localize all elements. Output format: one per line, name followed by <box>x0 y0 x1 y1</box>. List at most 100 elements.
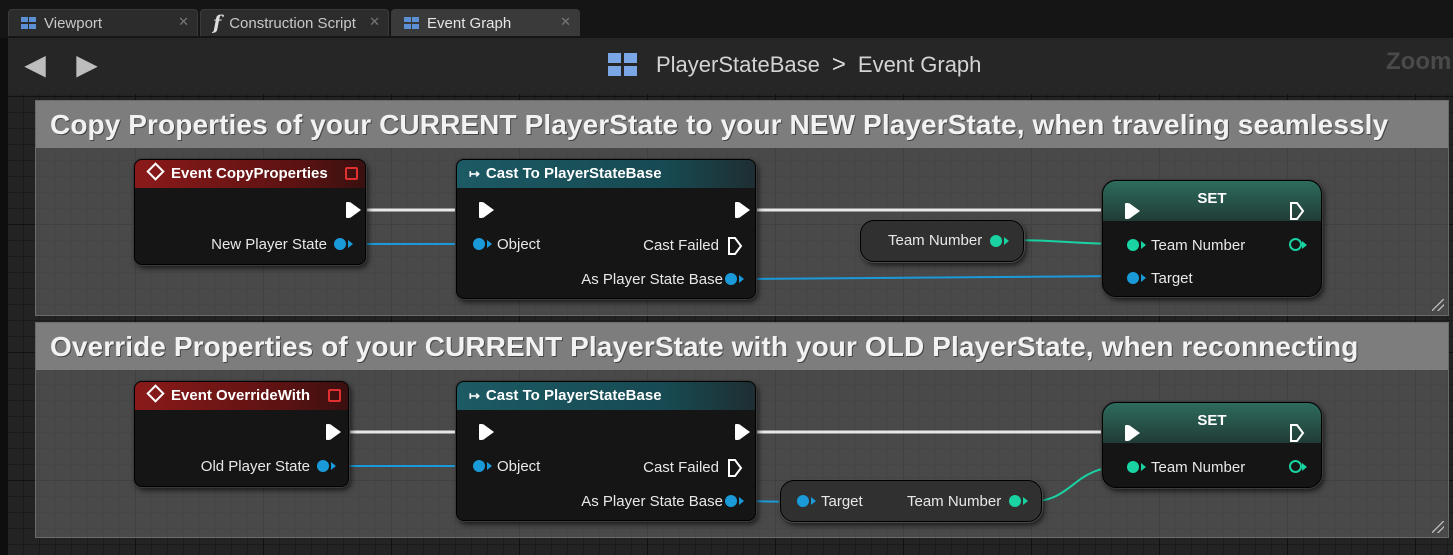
node-title: Event CopyProperties <box>171 165 328 182</box>
object-out-pin[interactable] <box>317 460 329 472</box>
breadcrumb-blueprint[interactable]: PlayerStateBase <box>656 52 820 78</box>
graph-canvas[interactable]: Copy Properties of your CURRENT PlayerSt… <box>8 94 1453 555</box>
pin-arrow-icon <box>1302 241 1307 249</box>
pin-arrow-icon <box>348 240 353 248</box>
pin-label: Team Number <box>1151 459 1246 476</box>
close-icon[interactable]: ✕ <box>369 14 380 30</box>
variable-getter-team-number[interactable]: Team Number <box>860 220 1024 262</box>
pin-arrow-icon <box>331 462 336 470</box>
int-out-pin[interactable] <box>1289 238 1302 251</box>
pin-label: Cast Failed <box>643 237 719 254</box>
node-header: ↦ Cast To PlayerStateBase <box>457 160 755 188</box>
pin-label: As Player State Base <box>581 271 723 288</box>
int-in-pin[interactable] <box>1127 239 1139 251</box>
pin-arrow-icon <box>487 462 492 470</box>
object-out-pin[interactable] <box>725 273 737 285</box>
exec-out-pin[interactable] <box>346 202 361 218</box>
pin-label: Old Player State <box>200 458 310 475</box>
set-node-1[interactable]: SET Team Number Target <box>1102 180 1322 297</box>
grid-icon <box>21 17 36 29</box>
object-in-pin[interactable] <box>473 460 485 472</box>
pin-arrow-icon <box>487 240 492 248</box>
breadcrumb-separator: > <box>831 51 846 78</box>
blueprint-icon <box>608 53 638 77</box>
node-title: Cast To PlayerStateBase <box>485 387 662 404</box>
pin-label: Object <box>497 458 541 475</box>
object-in-pin[interactable] <box>797 495 809 507</box>
event-node-override-with[interactable]: Event OverrideWith Old Player State <box>134 381 349 487</box>
variable-getter-team-number-target[interactable]: Target Team Number <box>780 480 1042 522</box>
graph-toolbar: ◀ ▶ PlayerStateBase > Event Graph Zoom 1 <box>8 38 1453 94</box>
pin-arrow-icon <box>739 275 744 283</box>
pin-label: New Player State <box>211 236 327 253</box>
exec-out-pin[interactable] <box>326 424 341 440</box>
object-in-pin[interactable] <box>473 238 485 250</box>
int-out-pin[interactable] <box>1289 460 1302 473</box>
exec-in-pin[interactable] <box>479 424 494 440</box>
node-header: Event OverrideWith <box>135 382 348 410</box>
object-out-pin[interactable] <box>725 495 737 507</box>
breadcrumb: PlayerStateBase > Event Graph <box>608 51 981 79</box>
tab-event-graph[interactable]: Event Graph ✕ <box>391 9 580 36</box>
tab-label: Viewport <box>44 14 103 32</box>
tab-viewport[interactable]: Viewport ✕ <box>8 9 198 36</box>
pin-arrow-icon <box>1141 274 1146 282</box>
tab-label: Construction Script <box>229 14 356 32</box>
forward-arrow-icon[interactable]: ▶ <box>72 50 102 80</box>
node-header: Event CopyProperties <box>135 160 365 188</box>
pin-arrow-icon <box>1302 463 1307 471</box>
cast-node-1[interactable]: ↦ Cast To PlayerStateBase Object Cast Fai… <box>456 159 756 299</box>
object-wire[interactable] <box>742 275 1127 280</box>
object-out-pin[interactable] <box>334 238 346 250</box>
close-icon[interactable]: ✕ <box>560 14 571 30</box>
pin-label: Cast Failed <box>643 459 719 476</box>
exec-out-pin[interactable] <box>1289 201 1305 221</box>
pin-label: As Player State Base <box>581 493 723 510</box>
tab-label: Event Graph <box>427 14 512 32</box>
cast-node-2[interactable]: ↦ Cast To PlayerStateBase Object Cast Fai… <box>456 381 756 521</box>
exec-out-pin[interactable] <box>735 424 750 440</box>
pin-label: Target <box>1151 270 1193 287</box>
pin-arrow-icon <box>1004 237 1009 245</box>
exec-in-pin[interactable] <box>1125 425 1140 441</box>
node-header: ↦ Cast To PlayerStateBase <box>457 382 755 410</box>
breadcrumb-graph[interactable]: Event Graph <box>858 52 982 78</box>
exec-in-pin[interactable] <box>1125 203 1140 219</box>
pin-label: Team Number <box>888 232 983 249</box>
close-icon[interactable]: ✕ <box>178 14 189 30</box>
node-title: Cast To PlayerStateBase <box>485 165 662 182</box>
set-node-2[interactable]: SET Team Number <box>1102 402 1322 488</box>
tab-construction-script[interactable]: f Construction Script ✕ <box>200 9 389 36</box>
exec-out-empty-pin[interactable] <box>727 236 743 256</box>
replicated-icon <box>328 389 341 402</box>
pin-arrow-icon <box>1141 241 1146 249</box>
int-out-pin[interactable] <box>1009 495 1021 507</box>
event-node-copy-properties[interactable]: Event CopyProperties New Player State <box>134 159 366 265</box>
node-title: Event OverrideWith <box>171 387 311 404</box>
grid-icon <box>404 17 419 29</box>
event-diamond-icon <box>146 384 165 403</box>
pin-arrow-icon <box>1141 463 1146 471</box>
int-in-pin[interactable] <box>1127 461 1139 473</box>
back-arrow-icon[interactable]: ◀ <box>20 50 50 80</box>
int-out-pin[interactable] <box>990 235 1002 247</box>
replicated-icon <box>345 167 358 180</box>
exec-out-pin[interactable] <box>1289 423 1305 443</box>
pin-arrow-icon <box>811 497 816 505</box>
cast-icon: ↦ <box>469 166 480 181</box>
exec-in-pin[interactable] <box>479 202 494 218</box>
pin-label: Target <box>821 493 863 510</box>
zoom-label: Zoom 1 <box>1386 48 1453 75</box>
pin-label: Team Number <box>907 493 1002 510</box>
object-in-pin[interactable] <box>1127 272 1139 284</box>
node-title: SET <box>1197 190 1227 207</box>
function-icon: f <box>213 12 222 34</box>
pin-label: Team Number <box>1151 237 1246 254</box>
pin-arrow-icon <box>739 497 744 505</box>
exec-out-empty-pin[interactable] <box>727 458 743 478</box>
pin-arrow-icon <box>1023 497 1028 505</box>
tab-bar: Viewport ✕ f Construction Script ✕ Event… <box>0 0 1453 38</box>
node-title: SET <box>1197 412 1227 429</box>
event-diamond-icon <box>146 162 165 181</box>
exec-out-pin[interactable] <box>735 202 750 218</box>
